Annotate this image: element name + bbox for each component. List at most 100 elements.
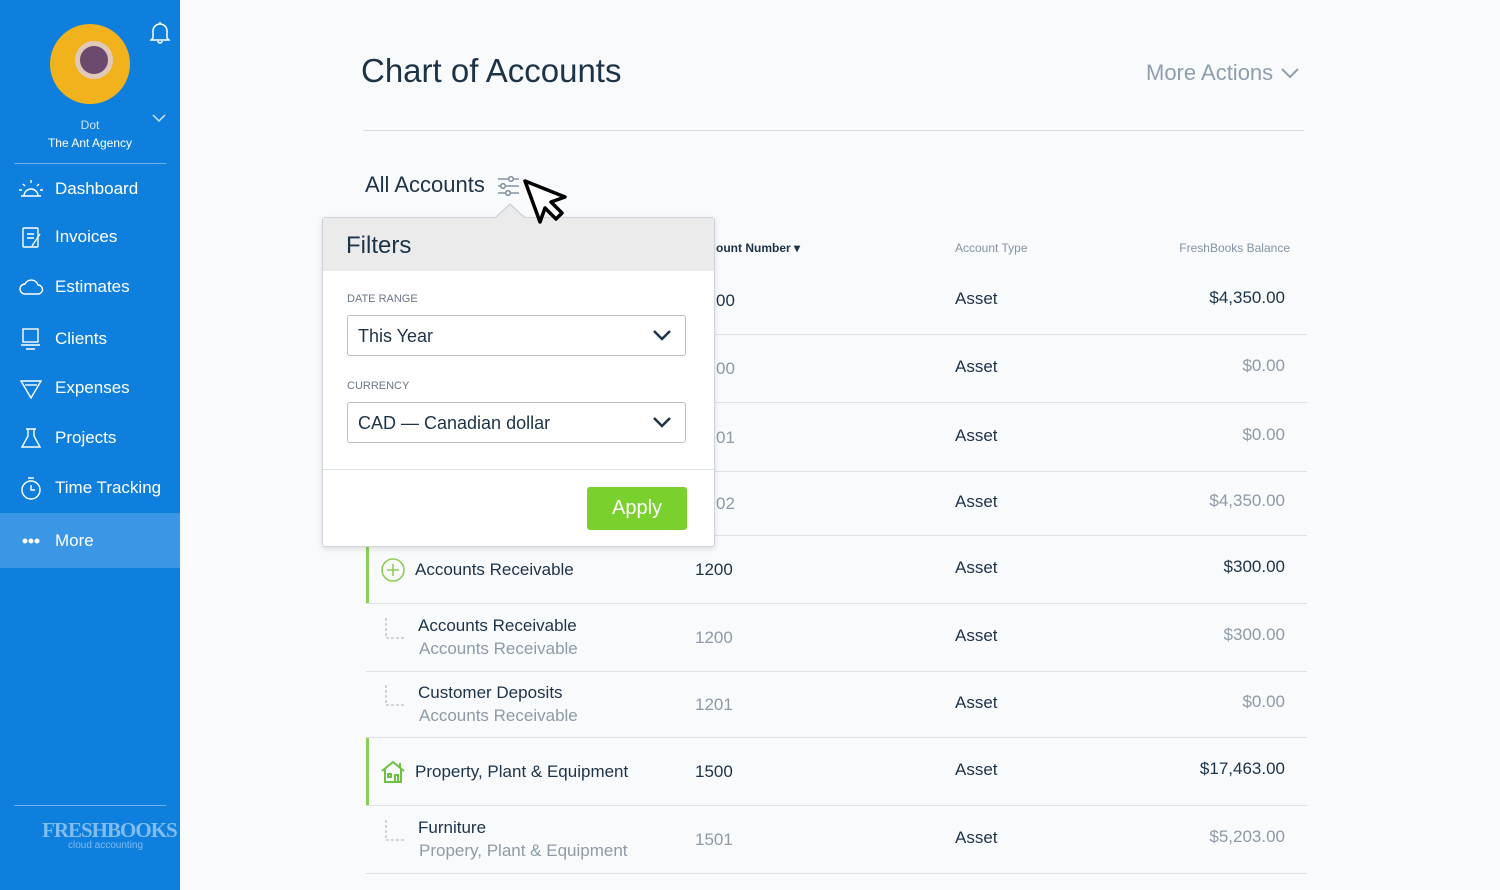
group-indicator (366, 738, 369, 805)
account-balance: $300.00 (1223, 625, 1285, 644)
date-range-label: DATE RANGE (347, 293, 418, 305)
divider (323, 469, 714, 470)
dashboard-sun-icon (19, 180, 43, 197)
sidebar-item-label: Invoices (55, 227, 118, 246)
more-actions-label: More Actions (1146, 60, 1274, 85)
sidebar: Dot The Ant Agency Dashboard Invoices Esti… (0, 0, 180, 890)
account-balance: $17,463.00 (1199, 759, 1285, 778)
more-dots-icon (22, 537, 40, 543)
account-balance: $4,350.00 (1209, 491, 1285, 510)
table-row[interactable]: Furniture Propery, Plant & Equipment 1501… (366, 806, 1307, 874)
account-type: Asset (955, 558, 998, 577)
account-balance: $0.00 (1242, 356, 1285, 375)
sidebar-item-time-tracking[interactable]: Time Tracking (0, 463, 180, 513)
chevron-down-icon (653, 417, 671, 428)
stopwatch-icon (21, 477, 41, 500)
sidebar-item-clients[interactable]: Clients (0, 314, 180, 364)
account-type: Asset (955, 828, 998, 847)
account-name[interactable]: Property, Plant & Equipment (415, 762, 628, 782)
tree-connector-icon (385, 820, 406, 841)
parent-account: Accounts Receivable (419, 706, 578, 725)
sidebar-item-dashboard[interactable]: Dashboard (0, 164, 180, 214)
house-icon (381, 760, 405, 783)
column-header-balance[interactable]: FreshBooks Balance (1100, 241, 1290, 255)
account-type: Asset (955, 289, 998, 308)
filters-title: Filters (323, 218, 714, 271)
table-row[interactable]: Customer Deposits Accounts Receivable 120… (366, 672, 1307, 738)
account-number: 1201 (695, 695, 733, 714)
chevron-down-icon (653, 330, 671, 341)
account-number: 01 (716, 427, 735, 447)
estimate-cloud-icon (19, 279, 44, 295)
sidebar-item-more[interactable]: More (0, 513, 180, 568)
account-type: Asset (955, 492, 998, 511)
avatar[interactable] (50, 24, 130, 104)
page-title: Chart of Accounts (361, 52, 622, 89)
column-header-account-type[interactable]: Account Type (955, 241, 1028, 255)
mouse-cursor-icon (523, 179, 567, 224)
sidebar-item-projects[interactable]: Projects (0, 413, 180, 463)
account-name[interactable]: Customer Deposits (418, 683, 563, 703)
sidebar-item-label: Projects (55, 428, 117, 447)
sidebar-item-label: Clients (55, 329, 107, 348)
account-number: 1500 (695, 762, 733, 781)
popover-arrow-fill (496, 205, 524, 218)
account-name[interactable]: Furniture (418, 818, 486, 838)
table-row[interactable]: Accounts Receivable Accounts Receivable 1… (366, 604, 1307, 672)
clients-icon (21, 328, 40, 350)
freshbooks-logo: FRESHBOOKS cloud accounting (42, 818, 178, 851)
table-row[interactable]: Property, Plant & Equipment 1500 Asset $… (366, 738, 1307, 806)
sidebar-item-label: More (55, 530, 94, 550)
account-type: Asset (955, 425, 998, 445)
invoice-icon (22, 227, 41, 248)
chevron-down-icon[interactable] (152, 114, 166, 123)
sidebar-item-invoices[interactable]: Invoices (0, 212, 180, 262)
tree-connector-icon (385, 618, 406, 639)
account-balance: $4,350.00 (1209, 288, 1285, 307)
divider (363, 130, 1304, 131)
parent-account: Propery, Plant & Equipment (419, 841, 628, 860)
tree-connector-icon (385, 685, 406, 706)
filters-popover: Filters DATE RANGE This Year CURRENCY CA… (322, 217, 715, 547)
bell-icon[interactable] (150, 20, 170, 44)
account-name[interactable]: Accounts Receivable (418, 616, 577, 636)
sidebar-item-label: Expenses (55, 378, 130, 397)
account-type: Asset (955, 760, 998, 779)
account-number: 1501 (695, 830, 733, 849)
currency-label: CURRENCY (347, 380, 410, 392)
sidebar-item-label: Time Tracking (55, 478, 162, 497)
date-range-select[interactable]: This Year (347, 315, 686, 356)
column-header-account-number[interactable]: ount Number ▾ (716, 241, 800, 255)
sidebar-item-expenses[interactable]: Expenses (0, 363, 180, 413)
sidebar-item-estimates[interactable]: Estimates (0, 262, 180, 312)
company-name: The Ant Agency (47, 136, 133, 150)
account-type: Asset (955, 693, 998, 712)
account-balance: $0.00 (1242, 424, 1285, 444)
more-actions-button[interactable]: More Actions (1146, 60, 1299, 86)
account-balance: $0.00 (1242, 692, 1285, 711)
apply-button[interactable]: Apply (587, 487, 687, 530)
account-number: 00 (716, 359, 735, 378)
date-range-value: This Year (358, 326, 434, 346)
sidebar-item-label: Estimates (55, 277, 130, 296)
expenses-icon (19, 380, 43, 400)
currency-select[interactable]: CAD — Canadian dollar (347, 402, 686, 443)
account-balance: $300.00 (1223, 557, 1285, 576)
account-number: 1200 (695, 560, 733, 579)
all-accounts-label: All Accounts (365, 172, 485, 197)
account-number: 02 (716, 494, 735, 513)
flask-icon (20, 428, 42, 448)
account-type: Asset (955, 626, 998, 645)
divider (14, 805, 166, 806)
account-number: 1200 (695, 628, 733, 647)
account-number: 00 (716, 291, 735, 310)
chevron-down-icon (1281, 67, 1299, 78)
parent-account: Accounts Receivable (419, 639, 578, 658)
plus-circle-icon[interactable] (380, 557, 406, 583)
account-balance: $5,203.00 (1209, 827, 1285, 846)
sidebar-item-label: Dashboard (55, 179, 139, 198)
filter-sliders-icon[interactable] (497, 175, 519, 197)
account-type: Asset (955, 357, 998, 376)
currency-value: CAD — Canadian dollar (358, 413, 551, 433)
account-name[interactable]: Accounts Receivable (415, 560, 574, 580)
